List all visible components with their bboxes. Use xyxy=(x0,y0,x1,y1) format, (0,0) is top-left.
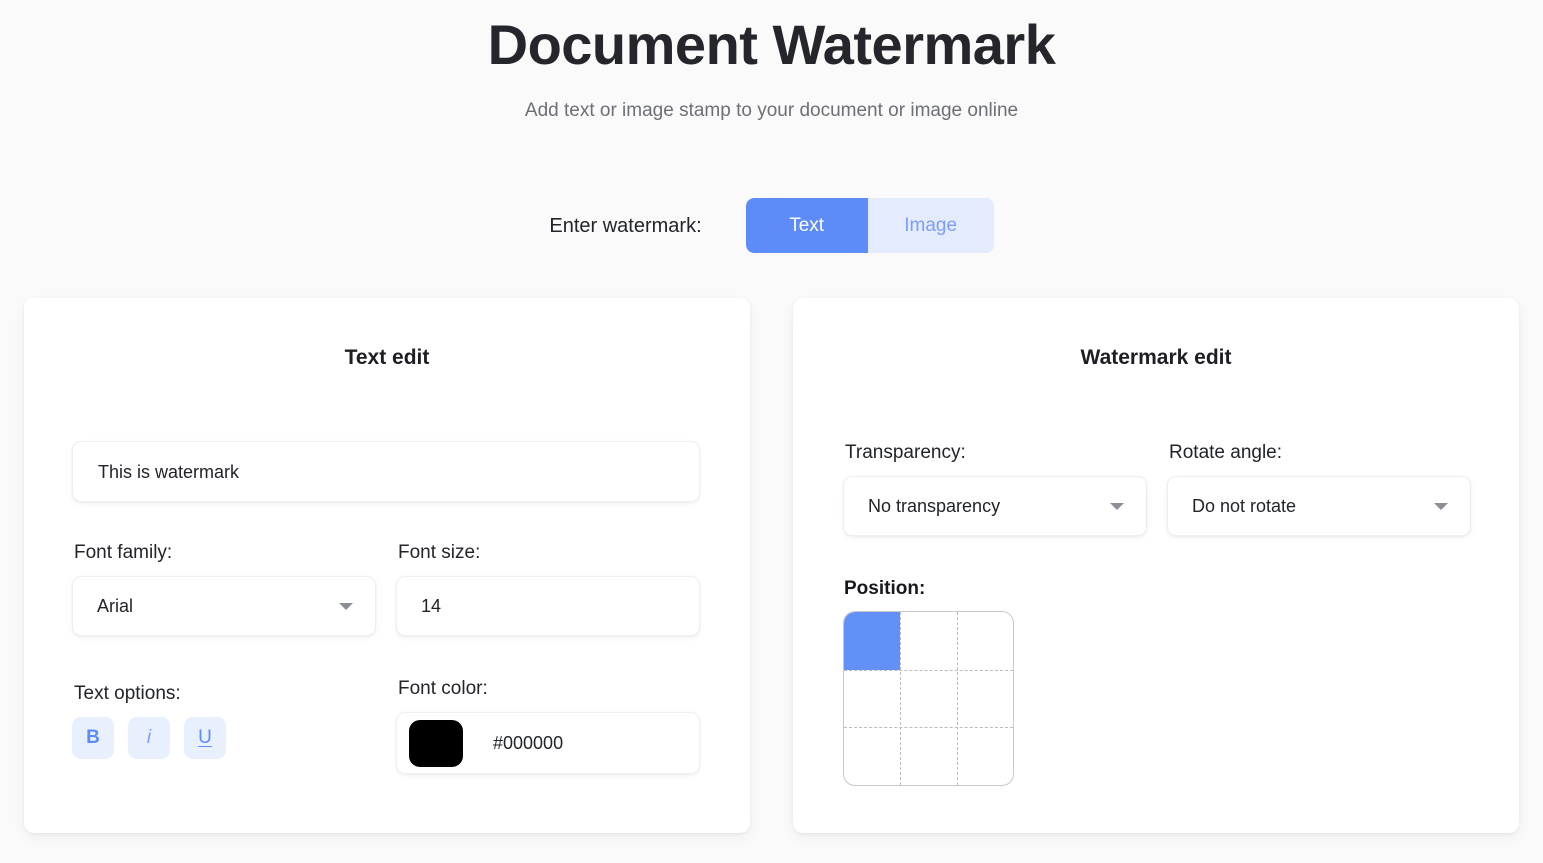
chevron-down-icon xyxy=(1110,503,1124,510)
font-family-value: Arial xyxy=(73,594,133,618)
page-subtitle: Add text or image stamp to your document… xyxy=(0,84,1543,124)
font-color-label: Font color: xyxy=(398,676,700,701)
bold-button[interactable]: B xyxy=(72,717,114,759)
text-options-label: Text options: xyxy=(74,681,376,706)
tab-text[interactable]: Text xyxy=(746,198,868,253)
transparency-label: Transparency: xyxy=(845,440,1147,465)
position-label: Position: xyxy=(844,576,1014,601)
position-cell-middle-center[interactable] xyxy=(900,670,956,728)
position-grid[interactable] xyxy=(843,611,1014,786)
rotate-angle-label: Rotate angle: xyxy=(1169,440,1471,465)
transparency-field: Transparency: No transparency xyxy=(843,440,1147,536)
chevron-down-icon xyxy=(339,603,353,610)
font-size-input[interactable]: 14 xyxy=(396,576,700,636)
font-family-select[interactable]: Arial xyxy=(72,576,376,636)
position-cell-middle-left[interactable] xyxy=(844,670,900,728)
watermark-mode-toggle[interactable]: Text Image xyxy=(746,198,994,253)
watermark-text-value: This is watermark xyxy=(73,460,239,484)
font-size-value: 14 xyxy=(397,594,441,618)
watermark-mode-row: Enter watermark: Text Image xyxy=(0,198,1543,253)
underline-button[interactable]: U xyxy=(184,717,226,759)
font-size-field: Font size: 14 xyxy=(396,540,700,636)
app-root: Document Watermark Add text or image sta… xyxy=(0,0,1543,863)
font-color-field: Font color: #000000 xyxy=(396,676,700,774)
position-cell-bottom-right[interactable] xyxy=(957,727,1013,785)
italic-button[interactable]: i xyxy=(128,717,170,759)
font-family-label: Font family: xyxy=(74,540,376,565)
font-color-picker[interactable]: #000000 xyxy=(396,712,700,774)
position-cell-top-left[interactable] xyxy=(844,612,900,670)
font-size-label: Font size: xyxy=(398,540,700,565)
position-cell-top-center[interactable] xyxy=(900,612,956,670)
rotate-angle-field: Rotate angle: Do not rotate xyxy=(1167,440,1471,536)
watermark-text-input[interactable]: This is watermark xyxy=(72,441,700,502)
rotate-angle-value: Do not rotate xyxy=(1168,494,1296,518)
chevron-down-icon xyxy=(1434,503,1448,510)
rotate-angle-select[interactable]: Do not rotate xyxy=(1167,476,1471,536)
transparency-value: No transparency xyxy=(844,494,1000,518)
watermark-edit-title: Watermark edit xyxy=(793,298,1519,372)
tab-image[interactable]: Image xyxy=(868,198,994,253)
font-family-field: Font family: Arial xyxy=(72,540,376,636)
font-color-value: #000000 xyxy=(463,731,563,755)
position-cell-top-right[interactable] xyxy=(957,612,1013,670)
color-swatch[interactable] xyxy=(409,720,463,767)
text-edit-title: Text edit xyxy=(24,298,750,372)
transparency-select[interactable]: No transparency xyxy=(843,476,1147,536)
text-options-field: Text options: B i U xyxy=(72,681,376,759)
position-cell-middle-right[interactable] xyxy=(957,670,1013,728)
page-header: Document Watermark Add text or image sta… xyxy=(0,0,1543,124)
text-options-buttons: B i U xyxy=(72,717,376,759)
page-title: Document Watermark xyxy=(0,6,1543,84)
position-field: Position: xyxy=(843,576,1014,786)
position-cell-bottom-center[interactable] xyxy=(900,727,956,785)
enter-watermark-label: Enter watermark: xyxy=(549,213,701,239)
position-cell-bottom-left[interactable] xyxy=(844,727,900,785)
